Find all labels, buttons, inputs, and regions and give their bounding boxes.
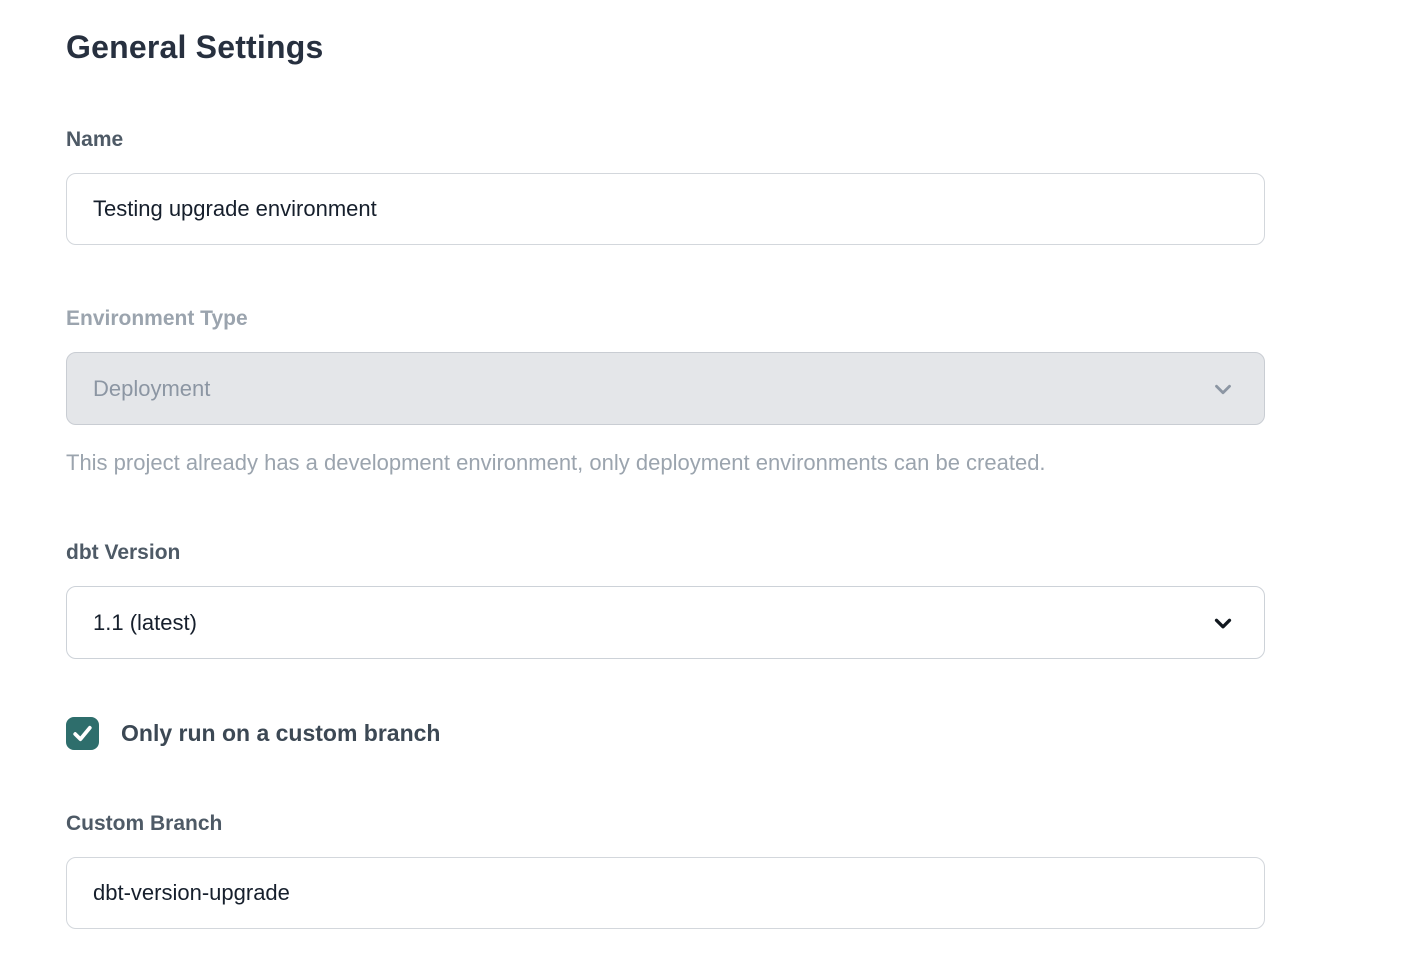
page-title: General Settings [66,28,1265,66]
environment-type-value: Deployment [93,376,210,402]
custom-branch-label: Custom Branch [66,813,1265,835]
dbt-version-select[interactable]: 1.1 (latest) [66,586,1265,659]
environment-type-field-group: Environment Type Deployment This project… [66,308,1265,476]
chevron-down-icon [1210,610,1236,636]
dbt-version-value: 1.1 (latest) [93,610,197,636]
environment-type-label: Environment Type [66,308,1265,330]
custom-branch-field-group: Custom Branch [66,813,1265,929]
chevron-down-icon [1210,376,1236,402]
checkmark-icon [70,721,95,746]
general-settings-page: General Settings Name Environment Type D… [0,0,1406,958]
environment-type-help-text: This project already has a development e… [66,450,1265,476]
dbt-version-field-group: dbt Version 1.1 (latest) [66,542,1265,659]
settings-form: General Settings Name Environment Type D… [66,28,1265,929]
custom-branch-checkbox-label[interactable]: Only run on a custom branch [121,720,440,747]
custom-branch-checkbox[interactable] [66,717,99,750]
custom-branch-input[interactable] [66,857,1265,929]
dbt-version-label: dbt Version [66,542,1265,564]
name-field-group: Name [66,129,1265,245]
name-input[interactable] [66,173,1265,245]
environment-type-select: Deployment [66,352,1265,425]
custom-branch-checkbox-row: Only run on a custom branch [66,717,1265,750]
name-label: Name [66,129,1265,151]
